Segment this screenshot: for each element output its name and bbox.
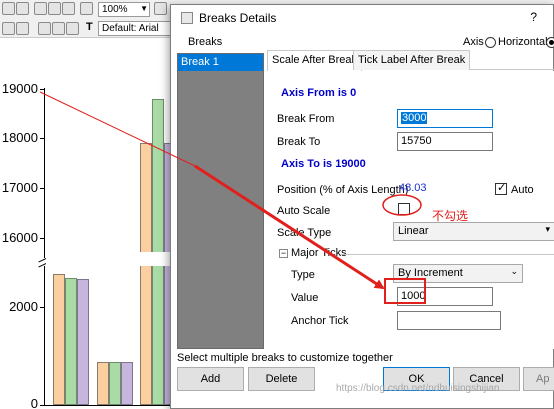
tab-scale-after-break[interactable]: Scale After Break xyxy=(267,50,362,71)
scale-type-select[interactable]: Linear ▾ xyxy=(393,222,554,241)
break-list[interactable]: Break 1 xyxy=(177,53,264,349)
tab-bar: Scale After Break Tick Label After Break xyxy=(267,50,554,71)
screen: 100% ▼ T Default: Arial 19000 18000 1700… xyxy=(0,0,554,409)
x-axis xyxy=(44,405,178,406)
tick-type-select[interactable]: By Increment ⌄ xyxy=(393,264,523,283)
scale-type-label: Scale Type xyxy=(277,227,332,239)
tab-panel: Axis From is 0 Break From 3000 Break To … xyxy=(267,71,554,349)
y-tick-label: 17000 xyxy=(1,180,38,195)
breaks-details-dialog: Breaks Details ? Breaks Axis Horizontal … xyxy=(170,4,554,409)
tab-tick-label-after-break[interactable]: Tick Label After Break xyxy=(353,50,471,70)
bar xyxy=(97,362,109,405)
chevron-down-icon: ▾ xyxy=(545,224,550,234)
auto-label: Auto xyxy=(511,184,534,196)
y-tick-label: 16000 xyxy=(1,230,38,245)
bar xyxy=(53,274,65,405)
toolbar-icon[interactable] xyxy=(154,2,167,15)
axis-from-heading: Axis From is 0 xyxy=(281,87,357,99)
app-icon xyxy=(181,12,193,24)
break-from-label: Break From xyxy=(277,113,335,125)
y-tick xyxy=(40,138,45,139)
break-list-item[interactable]: Break 1 xyxy=(178,54,263,71)
open-icon[interactable] xyxy=(34,2,47,15)
zoom-select[interactable]: 100% ▼ xyxy=(98,2,150,17)
bar xyxy=(65,278,77,405)
toolbar-icon[interactable] xyxy=(16,2,29,15)
horizontal-radio-label[interactable]: Horizontal xyxy=(498,36,548,48)
breaks-header: Breaks xyxy=(188,36,223,48)
font-value: Default: Arial xyxy=(102,23,159,34)
y-axis-lower xyxy=(44,266,45,406)
zoom-value: 100% xyxy=(102,4,128,15)
help-button[interactable]: ? xyxy=(530,10,537,24)
toolbar-icon[interactable] xyxy=(2,22,15,35)
delete-button[interactable]: Delete xyxy=(248,367,315,391)
y-tick xyxy=(40,307,45,308)
horizontal-radio[interactable] xyxy=(546,37,554,48)
add-button[interactable]: Add xyxy=(177,367,244,391)
value-label: Value xyxy=(291,292,319,304)
auto-scale-label: Auto Scale xyxy=(277,205,331,217)
toolbar-icon[interactable] xyxy=(2,2,15,15)
print-icon[interactable] xyxy=(62,2,75,15)
font-select[interactable]: Default: Arial xyxy=(98,21,178,36)
tick-type-value: By Increment xyxy=(398,267,463,279)
paste-icon[interactable] xyxy=(66,22,79,35)
bar xyxy=(109,362,121,405)
bar xyxy=(140,143,152,405)
axis-label: Axis xyxy=(463,36,484,48)
anchor-tick-label: Anchor Tick xyxy=(291,315,349,327)
type-label: Type xyxy=(291,269,315,281)
graph-area: 19000 18000 17000 16000 2000 0 xyxy=(0,38,178,409)
tick-value: 1000 xyxy=(401,290,426,302)
auto-scale-checkbox[interactable] xyxy=(398,203,410,215)
y-tick xyxy=(40,238,45,239)
axis-radio[interactable] xyxy=(485,37,496,48)
save-icon[interactable] xyxy=(48,2,61,15)
bar xyxy=(77,279,89,405)
dialog-titlebar[interactable]: Breaks Details ? xyxy=(171,5,553,31)
axis-to-heading: Axis To is 19000 xyxy=(281,158,366,170)
toolbar-row-1: 100% ▼ xyxy=(0,0,178,18)
anchor-tick-input[interactable] xyxy=(397,311,501,330)
dialog-title: Breaks Details xyxy=(199,11,277,25)
multi-select-hint: Select multiple breaks to customize toge… xyxy=(177,352,393,364)
group-divider xyxy=(343,254,554,255)
major-ticks-label: Major Ticks xyxy=(291,247,347,259)
position-label: Position (% of Axis Length) xyxy=(277,184,409,196)
y-tick-label: 18000 xyxy=(1,130,38,145)
collapse-icon[interactable]: − xyxy=(279,249,288,258)
toolbar-icon[interactable] xyxy=(16,22,29,35)
scale-type-value: Linear xyxy=(398,225,429,237)
break-from-input[interactable]: 3000 xyxy=(397,109,493,128)
chevron-down-icon: ⌄ xyxy=(510,266,518,276)
bar xyxy=(121,362,133,405)
watermark: https://blog.csdn.net/ndhuisingshijian xyxy=(336,383,500,394)
y-tick-label: 19000 xyxy=(1,81,38,96)
cut-icon[interactable] xyxy=(38,22,51,35)
axis-break-gap xyxy=(46,252,178,266)
tick-value-input[interactable]: 1000 xyxy=(397,287,493,306)
break-to-input[interactable]: 15750 xyxy=(397,132,493,151)
chevron-down-icon: ▼ xyxy=(140,4,148,13)
y-tick xyxy=(40,89,45,90)
y-tick-label: 2000 xyxy=(9,299,38,314)
break-to-label: Break To xyxy=(277,136,321,148)
font-icon: T xyxy=(86,21,93,33)
auto-checkbox[interactable] xyxy=(495,181,507,195)
position-value: 48.03 xyxy=(399,182,427,194)
apply-button[interactable]: Ap xyxy=(523,367,554,391)
annotation-note: 不勾选 xyxy=(432,209,469,223)
copy-icon[interactable] xyxy=(52,22,65,35)
break-to-value: 15750 xyxy=(401,135,432,147)
y-axis-upper xyxy=(44,88,45,258)
y-tick xyxy=(40,188,45,189)
break-from-value: 3000 xyxy=(401,112,428,124)
y-tick-label: 0 xyxy=(30,396,38,409)
pointer-icon[interactable] xyxy=(80,2,93,15)
